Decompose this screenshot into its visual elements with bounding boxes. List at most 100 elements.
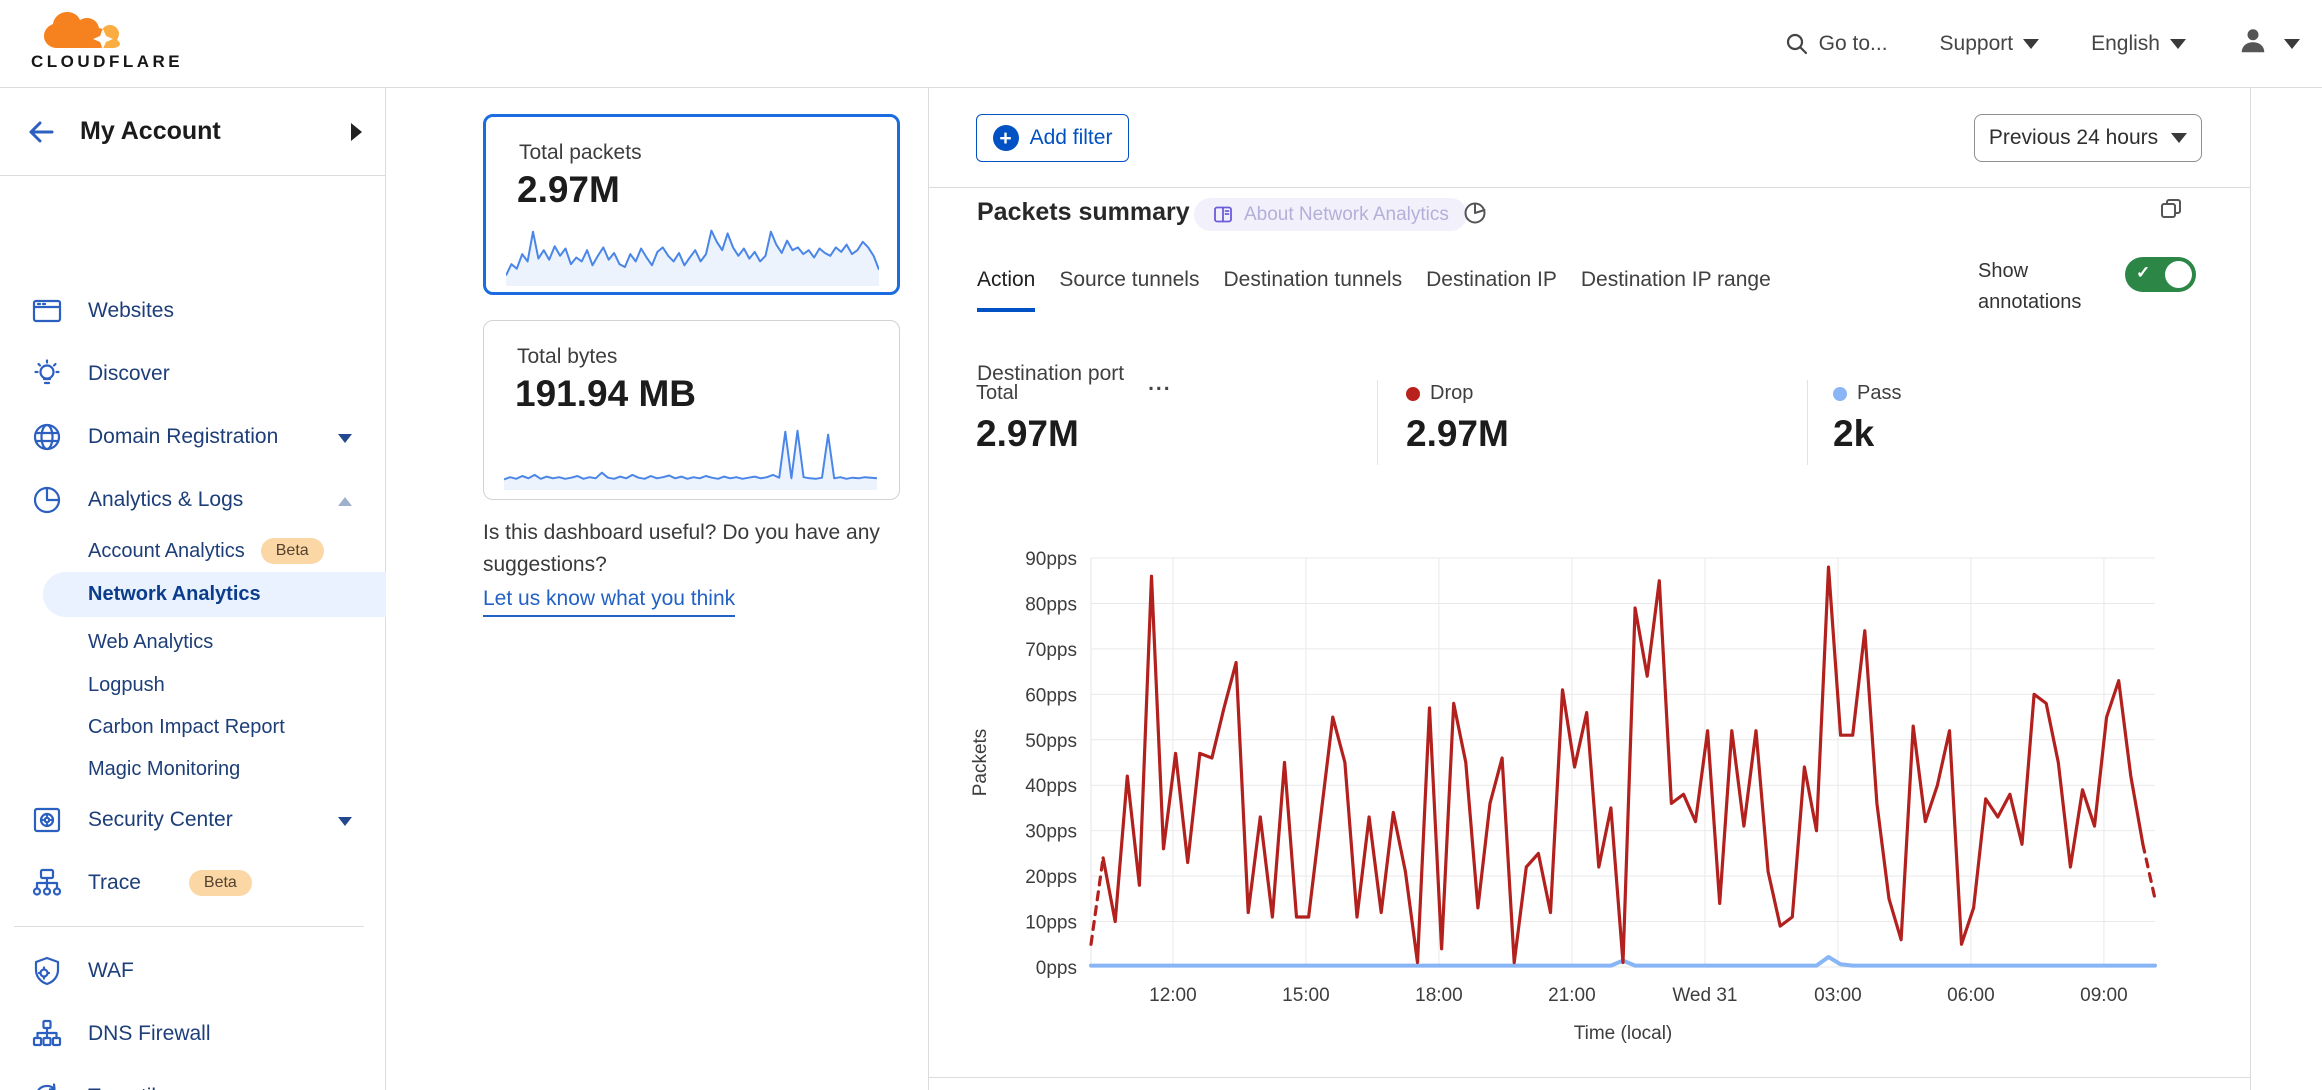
goto-search[interactable]: Go to...: [1785, 32, 1888, 56]
chevron-down-icon: [2284, 39, 2300, 49]
svg-text:Wed 31: Wed 31: [1672, 985, 1737, 1006]
feedback-line1: Is this dashboard useful? Do you have an…: [483, 517, 913, 549]
sidebar-item-turnstile[interactable]: Turnstile: [0, 1074, 386, 1090]
search-icon: [1785, 32, 1809, 56]
sidebar-item-carbon-impact-report[interactable]: Carbon Impact Report: [0, 705, 386, 749]
tab-destination-ip[interactable]: Destination IP: [1426, 268, 1557, 312]
divider: [1377, 380, 1378, 465]
globe-icon: [30, 420, 64, 454]
logo-wordmark: CLOUDFLARE: [31, 52, 183, 72]
svg-text:Packets: Packets: [970, 729, 991, 797]
card-label: Total bytes: [517, 345, 617, 369]
book-icon: [1212, 204, 1234, 226]
svg-text:90pps: 90pps: [1025, 549, 1077, 570]
svg-text:40pps: 40pps: [1025, 776, 1077, 797]
sidebar-item-waf[interactable]: WAF: [0, 948, 386, 994]
account-header-row: My Account: [0, 88, 386, 176]
svg-text:06:00: 06:00: [1947, 985, 1995, 1006]
toggle-knob: [2165, 261, 2192, 288]
cloudflare-dashboard: CLOUDFLARE Go to... Support English: [0, 0, 2322, 1090]
svg-text:09:00: 09:00: [2080, 985, 2128, 1006]
about-network-analytics-badge[interactable]: About Network Analytics: [1194, 198, 1467, 231]
duplicate-panel-icon[interactable]: [2156, 194, 2186, 229]
chevron-down-icon: [2171, 133, 2187, 143]
divider: [14, 926, 364, 927]
cloudflare-cloud-icon: [44, 12, 120, 49]
svg-text:60pps: 60pps: [1025, 685, 1077, 706]
panel-bottom-divider: [928, 1077, 2250, 1078]
goto-label: Go to...: [1819, 32, 1888, 56]
pass-legend-dot: [1833, 387, 1847, 401]
sidebar-item-dns-firewall[interactable]: DNS Firewall: [0, 1011, 386, 1057]
sidebar-item-trace[interactable]: Trace Beta: [0, 860, 386, 906]
sidebar-item-logpush[interactable]: Logpush: [0, 663, 386, 707]
svg-text:Time (local): Time (local): [1574, 1023, 1673, 1044]
svg-text:18:00: 18:00: [1415, 985, 1463, 1006]
support-label: Support: [1940, 32, 2014, 56]
chevron-down-icon: [338, 434, 352, 443]
sidebar-item-network-analytics[interactable]: Network Analytics: [43, 572, 386, 617]
tab-source-tunnels[interactable]: Source tunnels: [1059, 268, 1199, 312]
language-label: English: [2091, 32, 2160, 56]
svg-text:21:00: 21:00: [1548, 985, 1596, 1006]
divider: [1807, 380, 1808, 465]
time-range-dropdown[interactable]: Previous 24 hours: [1974, 114, 2202, 162]
shield-gear-icon: [30, 954, 64, 988]
total-bytes-card[interactable]: Total bytes 191.94 MB: [483, 320, 900, 500]
drop-legend-dot: [1406, 387, 1420, 401]
packets-sparkline: [506, 220, 879, 286]
caret-right-icon[interactable]: [351, 123, 362, 141]
sidebar-item-web-analytics[interactable]: Web Analytics: [0, 620, 386, 664]
cloudflare-logo[interactable]: CLOUDFLARE: [16, 6, 166, 82]
top-bar: CLOUDFLARE Go to... Support English: [0, 0, 2322, 88]
account-title: My Account: [80, 117, 329, 146]
tab-destination-tunnels[interactable]: Destination tunnels: [1223, 268, 1402, 312]
sidebar-item-websites[interactable]: Websites: [0, 288, 386, 334]
feedback-line2: suggestions?: [483, 549, 913, 581]
support-menu[interactable]: Support: [1940, 32, 2040, 56]
back-arrow-icon[interactable]: [24, 115, 58, 149]
stat-value: 2k: [1833, 413, 1901, 455]
stat-label: Drop: [1430, 382, 1473, 405]
user-avatar-icon: [2238, 26, 2268, 62]
sidebar-item-analytics-logs[interactable]: Analytics & Logs: [0, 477, 386, 523]
feedback-link[interactable]: Let us know what you think: [483, 583, 735, 617]
more-tabs-button[interactable]: ...: [1148, 372, 1172, 396]
stat-label: Pass: [1857, 382, 1901, 405]
svg-text:12:00: 12:00: [1149, 985, 1197, 1006]
show-annotations-toggle[interactable]: ✓: [2125, 257, 2196, 292]
show-annotations-label: Show annotations: [1978, 256, 2118, 318]
tab-destination-ip-range[interactable]: Destination IP range: [1581, 268, 1771, 312]
plus-icon: +: [993, 125, 1019, 151]
stat-drop: Drop 2.97M: [1406, 382, 1509, 455]
total-packets-card[interactable]: Total packets 2.97M: [483, 114, 900, 295]
chevron-down-icon: [2023, 39, 2039, 49]
beta-badge: Beta: [189, 870, 252, 896]
safe-icon: [30, 803, 64, 837]
sidebar: My Account Websites Discover Domai: [0, 88, 386, 1090]
stat-total: Total 2.97M: [976, 382, 1079, 455]
card-value: 2.97M: [517, 169, 620, 211]
packets-time-series-chart[interactable]: 90pps80pps70pps60pps50pps40pps30pps20pps…: [928, 535, 2258, 1045]
sidebar-item-magic-monitoring[interactable]: Magic Monitoring: [0, 747, 386, 791]
flowchart-icon: [30, 866, 64, 900]
sidebar-item-account-analytics[interactable]: Account Analytics Beta: [0, 529, 386, 573]
rotate-check-icon: [30, 1080, 64, 1090]
language-menu[interactable]: English: [2091, 32, 2186, 56]
pie-chart-icon[interactable]: [1462, 199, 1489, 231]
sidebar-item-domain-registration[interactable]: Domain Registration: [0, 414, 386, 460]
sidebar-item-security-center[interactable]: Security Center: [0, 797, 386, 843]
add-filter-button[interactable]: + Add filter: [976, 114, 1129, 162]
panel-top-divider: [928, 187, 2250, 188]
svg-text:15:00: 15:00: [1282, 985, 1330, 1006]
stat-label: Total: [976, 382, 1018, 405]
check-icon: ✓: [2136, 263, 2150, 283]
beta-badge: Beta: [261, 538, 324, 564]
tab-action[interactable]: Action: [977, 268, 1035, 312]
lightbulb-icon: [30, 357, 64, 391]
chevron-down-icon: [338, 817, 352, 826]
svg-text:0pps: 0pps: [1036, 958, 1077, 979]
sidebar-item-discover[interactable]: Discover: [0, 351, 386, 397]
account-menu[interactable]: [2238, 26, 2300, 62]
svg-text:80pps: 80pps: [1025, 594, 1077, 615]
